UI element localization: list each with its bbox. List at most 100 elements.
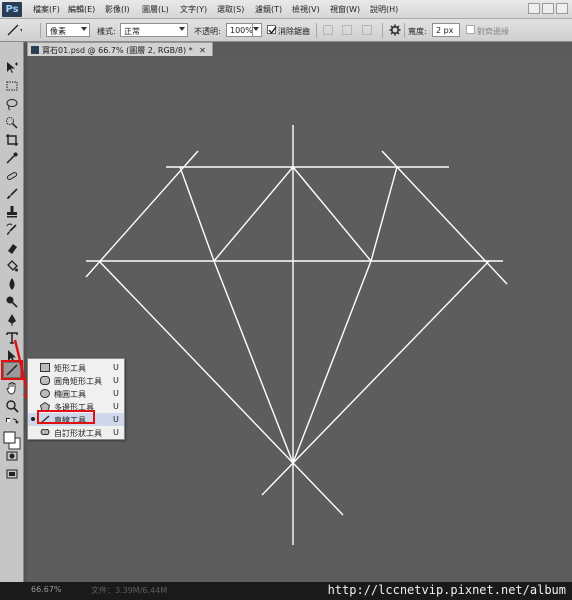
quick-selection-icon bbox=[6, 117, 18, 129]
menu-bar: Ps 檔案(F) 編輯(E) 影像(I) 圖層(L) 文字(Y) 選取(S) 濾… bbox=[0, 0, 572, 19]
gear-icon[interactable] bbox=[389, 24, 401, 36]
flyout-item-label: 自訂形狀工具 bbox=[54, 429, 102, 438]
align-edges-label: 對齊邊緣 bbox=[477, 27, 509, 36]
line-tool-icon[interactable] bbox=[6, 23, 22, 37]
paint-bucket-tool[interactable] bbox=[3, 258, 21, 274]
menu-view[interactable]: 檢視(V) bbox=[292, 4, 320, 15]
drawn-line bbox=[381, 150, 508, 285]
diamond-drawing bbox=[85, 125, 508, 545]
dodge-icon bbox=[6, 296, 18, 308]
document-title: 寶石01.psd @ 66.7% (圖層 2, RGB/8) * bbox=[42, 46, 193, 55]
drawn-line bbox=[213, 260, 294, 464]
pen-tool[interactable] bbox=[3, 312, 21, 328]
healing-brush-tool[interactable] bbox=[3, 168, 21, 184]
menu-select[interactable]: 選取(S) bbox=[217, 4, 244, 15]
rectangle-icon bbox=[40, 363, 50, 372]
flyout-item-custom-shape[interactable]: 自訂形狀工具 U bbox=[28, 426, 124, 439]
antialias-checkbox[interactable] bbox=[267, 25, 277, 35]
brush-tool[interactable] bbox=[3, 186, 21, 202]
marquee-icon bbox=[6, 81, 18, 91]
tools-panel bbox=[0, 42, 24, 582]
antialias-label: 消除鋸齒 bbox=[278, 27, 310, 36]
zoom-level[interactable]: 66.67% bbox=[31, 585, 62, 594]
flyout-item-label: 橢圓工具 bbox=[54, 390, 86, 399]
flyout-item-rectangle[interactable]: 矩形工具 U bbox=[28, 361, 124, 374]
menu-image[interactable]: 影像(I) bbox=[105, 4, 130, 15]
path-operations-icon[interactable] bbox=[323, 25, 333, 35]
brush-icon bbox=[7, 188, 18, 199]
separator bbox=[382, 23, 383, 38]
status-bar-left bbox=[0, 582, 27, 600]
opacity-label: 不透明: bbox=[194, 27, 221, 36]
eraser-icon bbox=[8, 244, 17, 254]
opacity-dropdown[interactable] bbox=[252, 23, 262, 37]
marquee-tool[interactable] bbox=[3, 78, 21, 94]
drawn-line bbox=[213, 166, 294, 262]
close-icon[interactable] bbox=[556, 3, 568, 14]
chevron-down-icon bbox=[179, 27, 185, 31]
minimize-icon[interactable] bbox=[528, 3, 540, 14]
crop-tool[interactable] bbox=[3, 132, 21, 148]
flyout-item-ellipse[interactable]: 橢圓工具 U bbox=[28, 387, 124, 400]
status-bar: 66.67% 文件：3.39M/6.44M http://lccnetvip.p… bbox=[27, 582, 572, 600]
flyout-item-shortcut: U bbox=[113, 389, 119, 398]
stamp-icon bbox=[7, 206, 17, 218]
flyout-item-rounded-rectangle[interactable]: 圓角矩形工具 U bbox=[28, 374, 124, 387]
menu-help[interactable]: 說明(H) bbox=[370, 4, 398, 15]
menu-layer[interactable]: 圖層(L) bbox=[142, 4, 169, 15]
maximize-icon[interactable] bbox=[542, 3, 554, 14]
lasso-tool[interactable] bbox=[3, 96, 21, 112]
menu-edit[interactable]: 編輯(E) bbox=[68, 4, 95, 15]
close-icon[interactable]: ✕ bbox=[199, 46, 206, 55]
separator bbox=[404, 23, 405, 38]
flyout-item-label: 圓角矩形工具 bbox=[54, 377, 102, 386]
blur-tool[interactable] bbox=[3, 276, 21, 292]
path-arrangement-icon[interactable] bbox=[362, 25, 372, 35]
rounded-rectangle-icon bbox=[40, 376, 50, 385]
drawn-line bbox=[179, 166, 215, 262]
move-icon bbox=[7, 62, 18, 73]
dodge-tool[interactable] bbox=[3, 294, 21, 310]
quick-selection-tool[interactable] bbox=[3, 114, 21, 130]
clone-stamp-tool[interactable] bbox=[3, 204, 21, 220]
document-tab[interactable]: 寶石01.psd @ 66.7% (圖層 2, RGB/8) * ✕ bbox=[27, 42, 213, 56]
flyout-item-shortcut: U bbox=[113, 428, 119, 437]
lasso-icon bbox=[6, 99, 18, 111]
flyout-item-shortcut: U bbox=[113, 376, 119, 385]
window-controls bbox=[528, 3, 568, 14]
options-bar: 像素 樣式: 正常 不透明: 100% 消除鋸齒 寬度: 2 px 對齊邊緣 bbox=[0, 19, 572, 42]
menu-window[interactable]: 視窗(W) bbox=[330, 4, 360, 15]
mode-select[interactable]: 像素 bbox=[46, 23, 90, 37]
quick-mask-button[interactable] bbox=[3, 448, 21, 464]
eyedropper-tool[interactable] bbox=[3, 150, 21, 166]
style-value: 正常 bbox=[124, 27, 140, 36]
shape-tools-flyout: 矩形工具 U 圓角矩形工具 U 橢圓工具 U 多邊形工具 U 直線工具 U 自訂… bbox=[27, 358, 125, 440]
flyout-item-shortcut: U bbox=[113, 415, 119, 424]
path-alignment-icon[interactable] bbox=[342, 25, 352, 35]
style-select[interactable]: 正常 bbox=[120, 23, 188, 37]
checkmark-icon bbox=[268, 26, 277, 35]
menu-type[interactable]: 文字(Y) bbox=[180, 4, 207, 15]
move-tool[interactable] bbox=[3, 60, 21, 76]
blur-icon bbox=[9, 278, 15, 290]
flyout-item-shortcut: U bbox=[113, 363, 119, 372]
eraser-tool[interactable] bbox=[3, 240, 21, 256]
style-label: 樣式: bbox=[97, 27, 116, 36]
canvas[interactable] bbox=[27, 56, 572, 582]
separator bbox=[40, 23, 41, 38]
custom-shape-icon bbox=[40, 428, 50, 436]
align-edges-checkbox[interactable] bbox=[466, 25, 475, 34]
flyout-item-shortcut: U bbox=[113, 402, 119, 411]
chevron-down-icon bbox=[253, 27, 259, 31]
history-brush-tool[interactable] bbox=[3, 222, 21, 238]
mode-value: 像素 bbox=[50, 27, 66, 36]
flyout-item-label: 矩形工具 bbox=[54, 364, 86, 373]
paint-bucket-icon bbox=[7, 260, 18, 272]
eyedropper-icon bbox=[6, 152, 18, 164]
menu-file[interactable]: 檔案(F) bbox=[33, 4, 60, 15]
screen-mode-button[interactable] bbox=[3, 466, 21, 482]
width-value: 2 px bbox=[436, 26, 454, 35]
menu-filter[interactable]: 濾鏡(T) bbox=[255, 4, 282, 15]
width-label: 寬度: bbox=[408, 27, 427, 36]
width-input[interactable]: 2 px bbox=[432, 23, 460, 37]
